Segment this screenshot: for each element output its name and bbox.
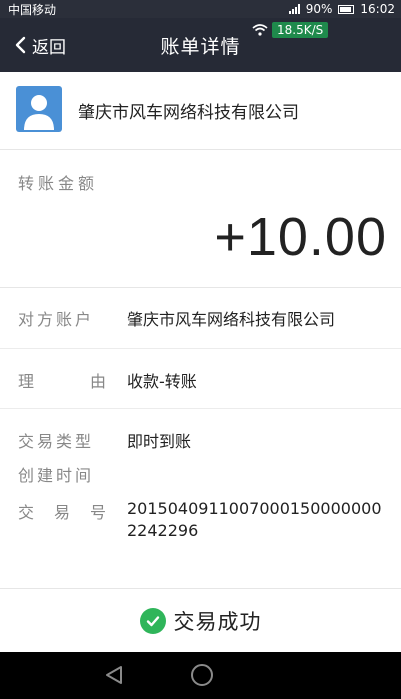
carrier-label: 中国移动 <box>8 2 57 17</box>
battery-icon <box>338 4 355 14</box>
user-icon <box>24 95 54 130</box>
details-card: 对方账户 肇庆市风车网络科技有限公司 理 由 收款-转账 交易类型 即时到账 创… <box>0 288 401 588</box>
amount-card: 转账金额 +10.00 <box>0 150 401 288</box>
home-circle-icon[interactable] <box>191 664 213 686</box>
amount-label: 转账金额 <box>18 174 99 193</box>
counterparty-value: 肇庆市风车网络科技有限公司 <box>127 310 336 329</box>
divider <box>0 408 401 409</box>
battery-percent: 90% <box>305 2 333 16</box>
merchant-name: 肇庆市风车网络科技有限公司 <box>78 103 299 123</box>
divider <box>0 348 401 349</box>
page-title: 账单详情 <box>160 36 241 58</box>
type-value: 即时到账 <box>127 432 192 451</box>
txn-label-char-1: 交 <box>18 503 35 522</box>
result-text: 交易成功 <box>173 609 262 634</box>
system-nav-bar <box>0 652 401 699</box>
txn-label-char-2: 易 <box>53 503 70 522</box>
reason-label-char-1: 理 <box>18 372 35 391</box>
status-bar: 中国移动 90% 16:02 <box>0 0 401 18</box>
wifi-icon <box>252 24 268 36</box>
reason-value: 收款-转账 <box>127 372 197 391</box>
net-speed-badge: 18.5K/S <box>272 22 329 38</box>
txn-label: 交 易 号 <box>18 499 106 523</box>
created-label: 创建时间 <box>18 466 95 485</box>
network-overlay: 18.5K/S <box>252 22 329 38</box>
result-bar: 交易成功 <box>0 588 401 652</box>
txn-number: 2015040911007000150000000 2242296 <box>127 499 382 540</box>
txn-label-char-3: 号 <box>89 503 106 522</box>
status-indicators: 90% 16:02 <box>288 2 395 16</box>
avatar <box>16 86 62 132</box>
type-label: 交易类型 <box>18 432 95 451</box>
triangle-back-icon[interactable] <box>103 664 125 686</box>
amount-value: +10.00 <box>214 207 387 267</box>
merchant-card: 肇庆市风车网络科技有限公司 <box>0 72 401 150</box>
signal-icon <box>288 4 300 14</box>
counterparty-label: 对方账户 <box>18 310 95 329</box>
status-time: 16:02 <box>360 2 395 16</box>
reason-label-char-2: 由 <box>89 372 106 391</box>
nav-bar: 返回 账单详情 18.5K/S <box>0 18 401 72</box>
reason-label: 理 由 <box>18 368 106 392</box>
check-circle-icon <box>139 607 166 634</box>
